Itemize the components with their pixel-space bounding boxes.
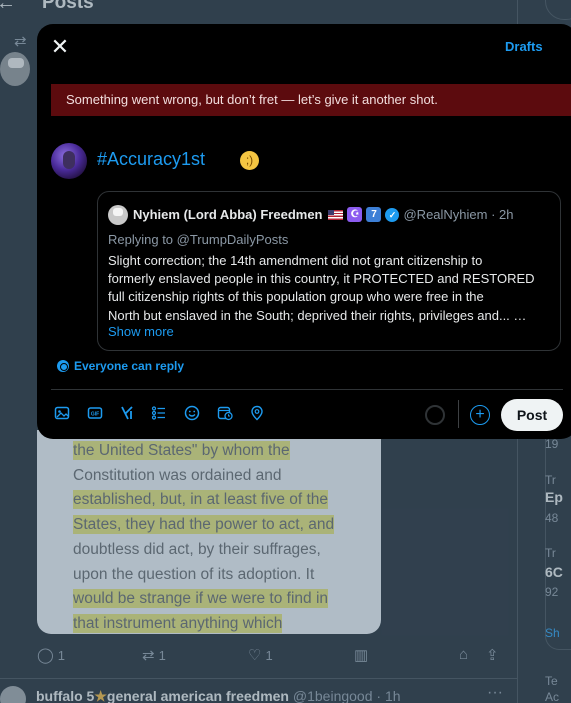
svg-text:GIF: GIF <box>91 412 99 418</box>
quoted-post-body: Slight correction; the 14th amendment di… <box>108 253 535 323</box>
character-count-ring <box>425 405 445 425</box>
emoji-icon[interactable] <box>183 404 201 422</box>
globe-icon <box>57 360 69 372</box>
grok-icon[interactable] <box>118 404 136 422</box>
compose-modal: ✕ Drafts Something went wrong, but don’t… <box>37 24 571 439</box>
quoted-author-name: Nyhiem (Lord Abba) Freedmen <box>133 207 323 222</box>
avatar[interactable] <box>51 143 87 179</box>
poll-icon[interactable] <box>150 404 168 422</box>
crescent-badge-icon: ☪ <box>347 207 363 222</box>
reply-setting-button[interactable]: Everyone can reply <box>57 359 184 373</box>
verified-icon: ✓ <box>385 207 400 222</box>
seven-badge-icon: 7 <box>366 207 382 222</box>
show-more-link[interactable]: Show more <box>108 324 174 339</box>
toolbar-divider <box>51 389 563 390</box>
wink-emoji-icon: ;) <box>240 151 259 170</box>
image-icon[interactable] <box>53 404 71 422</box>
post-button[interactable]: Post <box>501 399 563 431</box>
gif-icon[interactable]: GIF <box>86 404 104 422</box>
add-post-button[interactable]: + <box>470 405 490 425</box>
quoted-author-handle: @RealNyhiem · 2h <box>403 207 514 222</box>
avatar <box>108 205 128 225</box>
replying-to-text: Replying to @TrumpDailyPosts <box>108 232 289 247</box>
close-icon[interactable]: ✕ <box>47 34 73 60</box>
us-flag-icon <box>328 209 344 220</box>
compose-textarea[interactable]: #Accuracy1st <box>97 149 205 170</box>
schedule-icon[interactable] <box>216 404 234 422</box>
location-icon[interactable] <box>248 404 266 422</box>
quoted-post-card[interactable]: Nyhiem (Lord Abba) Freedmen ☪ 7 ✓ @RealN… <box>97 191 561 351</box>
error-banner: Something went wrong, but don’t fret — l… <box>51 84 571 116</box>
drafts-button[interactable]: Drafts <box>505 39 543 54</box>
toolbar-separator <box>458 400 459 428</box>
quoted-post-header: Nyhiem (Lord Abba) Freedmen ☪ 7 ✓ @RealN… <box>133 207 514 222</box>
